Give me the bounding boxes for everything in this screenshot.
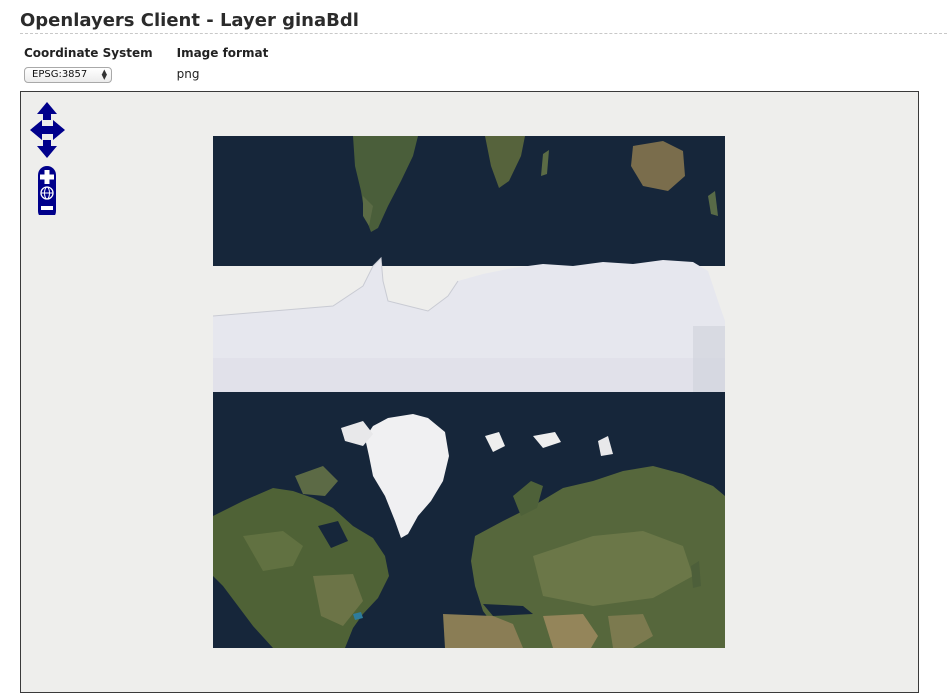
pan-south-icon[interactable] <box>37 140 57 158</box>
pan-west-icon[interactable] <box>30 120 48 140</box>
map-image[interactable] <box>213 136 725 648</box>
zoom-out-icon[interactable] <box>41 206 53 210</box>
coordinate-system-select[interactable]: EPSG:3857 ▲ ▼ <box>24 66 112 83</box>
select-arrows-icon: ▲ ▼ <box>101 67 107 81</box>
pan-east-icon[interactable] <box>47 120 65 140</box>
map-viewport[interactable] <box>20 91 919 693</box>
pan-zoom-control <box>30 102 65 215</box>
coordinate-system-selected-value: EPSG:3857 <box>32 69 88 80</box>
coordinate-system-label: Coordinate System <box>24 46 153 60</box>
layer-options-table: Coordinate System Image format EPSG:3857… <box>22 46 290 83</box>
pan-north-icon[interactable] <box>37 102 57 120</box>
image-format-label: Image format <box>176 46 269 60</box>
image-format-value: png <box>176 67 200 82</box>
page-title: Openlayers Client - Layer ginaBdl <box>20 10 947 34</box>
